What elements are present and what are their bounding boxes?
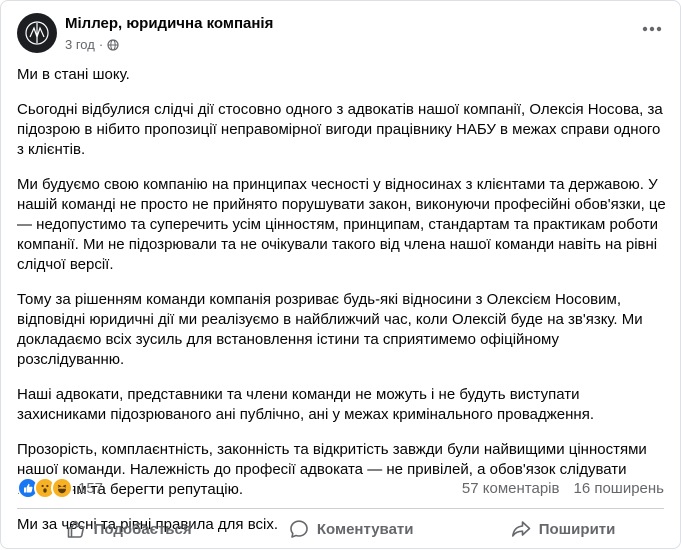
post-time[interactable]: 3 год (65, 37, 95, 52)
reaction-count[interactable]: 157 (78, 480, 103, 497)
share-icon (511, 521, 531, 537)
haha-reaction-icon (51, 477, 73, 499)
thumbs-up-icon (67, 520, 84, 538)
post-meta: 3 год · (65, 37, 119, 52)
share-button[interactable]: Поширити (499, 513, 628, 545)
post-paragraph: Ми в стані шоку. (17, 66, 130, 83)
post-paragraph: Ми будуємо свою компанію на принципах че… (17, 176, 666, 273)
stats-right: 57 коментарів 16 поширень (462, 480, 664, 497)
comment-icon (290, 520, 308, 538)
post-paragraph: Тому за рішенням команди компанія розрив… (17, 291, 643, 368)
page-avatar[interactable] (17, 13, 57, 53)
post-paragraph: Наші адвокати, представники та члени ком… (17, 386, 594, 423)
like-button-label: Подобається (93, 520, 192, 538)
like-button[interactable]: Подобається (54, 513, 204, 545)
meta-separator: · (98, 37, 104, 52)
more-options-icon[interactable] (638, 19, 666, 39)
reactions-summary[interactable]: 157 (17, 477, 103, 499)
comment-button-label: Коментувати (316, 520, 414, 538)
post-paragraph: Сьогодні відбулися слідчі дії стосовно о… (17, 101, 663, 158)
actions-divider (17, 508, 664, 509)
comments-count[interactable]: 57 коментарів (462, 480, 560, 497)
post-card: Міллер, юридична компанія 3 год · Ми в с… (0, 0, 681, 549)
post-stats: 157 57 коментарів 16 поширень (17, 477, 664, 499)
share-button-label: Поширити (538, 520, 616, 538)
comment-button[interactable]: Коментувати (277, 513, 426, 545)
post-actions: Подобається Коментувати Поширити (17, 512, 664, 546)
page-name[interactable]: Міллер, юридична компанія (65, 15, 273, 32)
shares-count[interactable]: 16 поширень (573, 480, 664, 497)
post-header: Міллер, юридична компанія 3 год · (17, 11, 664, 55)
globe-icon[interactable] (107, 38, 119, 51)
page-logo-icon (25, 21, 49, 45)
